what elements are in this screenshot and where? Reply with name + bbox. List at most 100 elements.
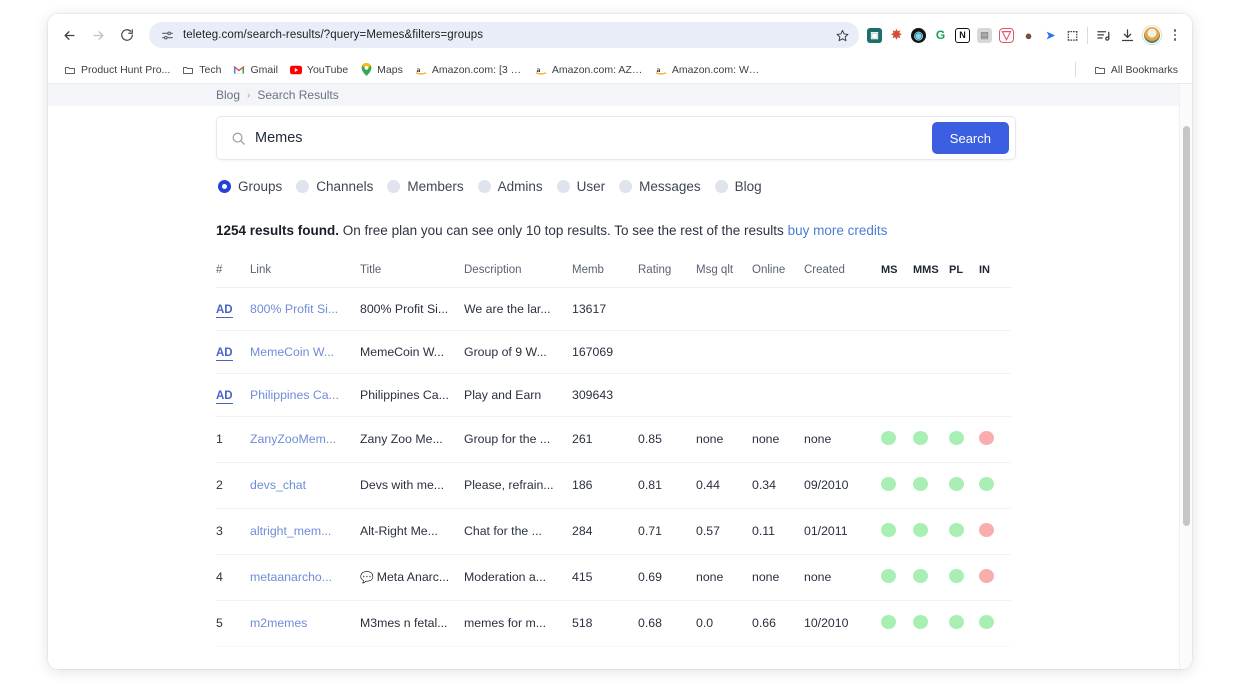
ad-badge-cell[interactable]: AD: [216, 373, 250, 416]
address-bar[interactable]: teleteg.com/search-results/?query=Memes&…: [149, 22, 859, 48]
table-row[interactable]: ADPhilippines Ca...Philippines Ca...Play…: [216, 373, 1011, 416]
row-link-cell[interactable]: ZanyZooMem...: [250, 416, 360, 462]
bookmark-amazon-1[interactable]: a Amazon.com: [3 P...: [409, 61, 529, 79]
extension-icon-2[interactable]: ✸: [889, 28, 904, 43]
filter-user[interactable]: User: [555, 177, 614, 196]
radio-icon-groups[interactable]: [218, 180, 231, 193]
row-link-cell[interactable]: 800% Profit Si...: [250, 287, 360, 330]
radio-icon-blog[interactable]: [715, 180, 728, 193]
radio-icon-members[interactable]: [387, 180, 400, 193]
back-button[interactable]: [56, 22, 82, 48]
column-header-index[interactable]: #: [216, 258, 250, 288]
table-row[interactable]: 2devs_chatDevs with me...Please, refrain…: [216, 462, 1011, 508]
bookmark-gmail[interactable]: Gmail: [227, 61, 283, 79]
column-header-link[interactable]: Link: [250, 258, 360, 288]
column-header-online[interactable]: Online: [752, 258, 804, 288]
column-header-rating[interactable]: Rating: [638, 258, 696, 288]
extension-icon-notion[interactable]: N: [955, 28, 970, 43]
filter-blog[interactable]: Blog: [713, 177, 770, 196]
filter-admins[interactable]: Admins: [476, 177, 551, 196]
filter-messages[interactable]: Messages: [617, 177, 709, 196]
table-row[interactable]: AD800% Profit Si...800% Profit Si...We a…: [216, 287, 1011, 330]
bookmark-maps[interactable]: Maps: [354, 61, 409, 79]
bookmark-label: Product Hunt Pro...: [81, 64, 170, 76]
row-link[interactable]: altright_mem...: [250, 524, 360, 538]
search-button[interactable]: Search: [932, 122, 1009, 154]
filter-members[interactable]: Members: [385, 177, 471, 196]
bookmark-amazon-3[interactable]: a Amazon.com: Woo...: [649, 61, 769, 79]
row-link-cell[interactable]: MemeCoin W...: [250, 330, 360, 373]
column-header-description[interactable]: Description: [464, 258, 572, 288]
reload-button[interactable]: [114, 22, 140, 48]
extension-icon-pocket[interactable]: ▽: [999, 28, 1014, 43]
column-header-title[interactable]: Title: [360, 258, 464, 288]
bookmark-amazon-2[interactable]: a Amazon.com: AZL...: [529, 61, 649, 79]
bookmark-youtube[interactable]: YouTube: [284, 61, 354, 79]
row-link[interactable]: Philippines Ca...: [250, 388, 360, 402]
radio-icon-messages[interactable]: [619, 180, 632, 193]
extension-icon-send[interactable]: ➤: [1043, 28, 1058, 43]
column-header-msg-qlt[interactable]: Msg qlt: [696, 258, 752, 288]
row-link-cell[interactable]: m2memes: [250, 600, 360, 646]
column-header-memb[interactable]: Memb: [572, 258, 638, 288]
column-header-created[interactable]: Created: [804, 258, 881, 288]
radio-icon-admins[interactable]: [478, 180, 491, 193]
filter-channels[interactable]: Channels: [294, 177, 381, 196]
table-row[interactable]: 6chatjustmemesThe Worst Me...Our channel…: [216, 646, 1011, 669]
row-link-cell[interactable]: chatjustmemes: [250, 646, 360, 669]
bookmark-product-hunt[interactable]: Product Hunt Pro...: [58, 61, 176, 79]
radio-icon-user[interactable]: [557, 180, 570, 193]
extension-icon-5[interactable]: ▤: [977, 28, 992, 43]
row-link[interactable]: devs_chat: [250, 478, 360, 492]
page-scrollbar[interactable]: [1179, 84, 1192, 669]
ad-label[interactable]: AD: [216, 304, 233, 318]
ad-label[interactable]: AD: [216, 390, 233, 404]
table-row[interactable]: ADMemeCoin W...MemeCoin W...Group of 9 W…: [216, 330, 1011, 373]
table-row[interactable]: 3altright_mem...Alt-Right Me...Chat for …: [216, 508, 1011, 554]
table-row[interactable]: 1ZanyZooMem...Zany Zoo Me...Group for th…: [216, 416, 1011, 462]
breadcrumb-blog[interactable]: Blog: [216, 88, 240, 102]
row-link[interactable]: metaanarcho...: [250, 570, 360, 584]
site-settings-icon[interactable]: [161, 29, 174, 42]
extension-icon-6[interactable]: ●: [1021, 28, 1036, 43]
search-input[interactable]: [255, 130, 932, 146]
results-table: # Link Title Description Memb Rating Msg…: [216, 258, 1011, 669]
buy-more-credits-link[interactable]: buy more credits: [788, 223, 888, 238]
three-dot-menu-icon[interactable]: [1168, 29, 1182, 41]
all-bookmarks-button[interactable]: All Bookmarks: [1088, 61, 1184, 79]
bookmark-tech[interactable]: Tech: [176, 61, 227, 79]
row-pl-status-green-dot-icon: [949, 431, 964, 445]
url-text[interactable]: teleteg.com/search-results/?query=Memes&…: [183, 29, 828, 41]
row-link[interactable]: 800% Profit Si...: [250, 302, 360, 316]
downloads-icon[interactable]: [1119, 27, 1136, 44]
extension-icon-7[interactable]: ⬚: [1065, 28, 1080, 43]
column-header-pl[interactable]: PL: [949, 258, 979, 288]
row-link[interactable]: chatjustmemes: [250, 662, 360, 669]
scrollbar-thumb[interactable]: [1183, 126, 1190, 526]
extension-icon-1[interactable]: ▣: [867, 28, 882, 43]
row-link-cell[interactable]: Philippines Ca...: [250, 373, 360, 416]
column-header-in[interactable]: IN: [979, 258, 1011, 288]
row-link[interactable]: MemeCoin W...: [250, 345, 360, 359]
extension-icon-4[interactable]: G: [933, 28, 948, 43]
table-row[interactable]: 4metaanarcho...💬Meta Anarc...Moderation …: [216, 554, 1011, 600]
media-list-icon[interactable]: [1095, 27, 1112, 44]
star-icon[interactable]: [836, 29, 849, 42]
ad-label[interactable]: AD: [216, 347, 233, 361]
column-header-ms[interactable]: MS: [881, 258, 913, 288]
radio-icon-channels[interactable]: [296, 180, 309, 193]
profile-avatar[interactable]: [1143, 26, 1161, 44]
row-link-cell[interactable]: altright_mem...: [250, 508, 360, 554]
back-arrow-icon: [62, 28, 77, 43]
ad-badge-cell[interactable]: AD: [216, 287, 250, 330]
row-link-cell[interactable]: metaanarcho...: [250, 554, 360, 600]
column-header-mms[interactable]: MMS: [913, 258, 949, 288]
extension-icon-3[interactable]: ◉: [911, 28, 926, 43]
row-link[interactable]: m2memes: [250, 616, 360, 630]
row-link-cell[interactable]: devs_chat: [250, 462, 360, 508]
forward-button[interactable]: [85, 22, 111, 48]
filter-groups[interactable]: Groups: [216, 177, 290, 196]
row-link[interactable]: ZanyZooMem...: [250, 432, 360, 446]
table-row[interactable]: 5m2memesM3mes n fetal...memes for m...51…: [216, 600, 1011, 646]
ad-badge-cell[interactable]: AD: [216, 330, 250, 373]
